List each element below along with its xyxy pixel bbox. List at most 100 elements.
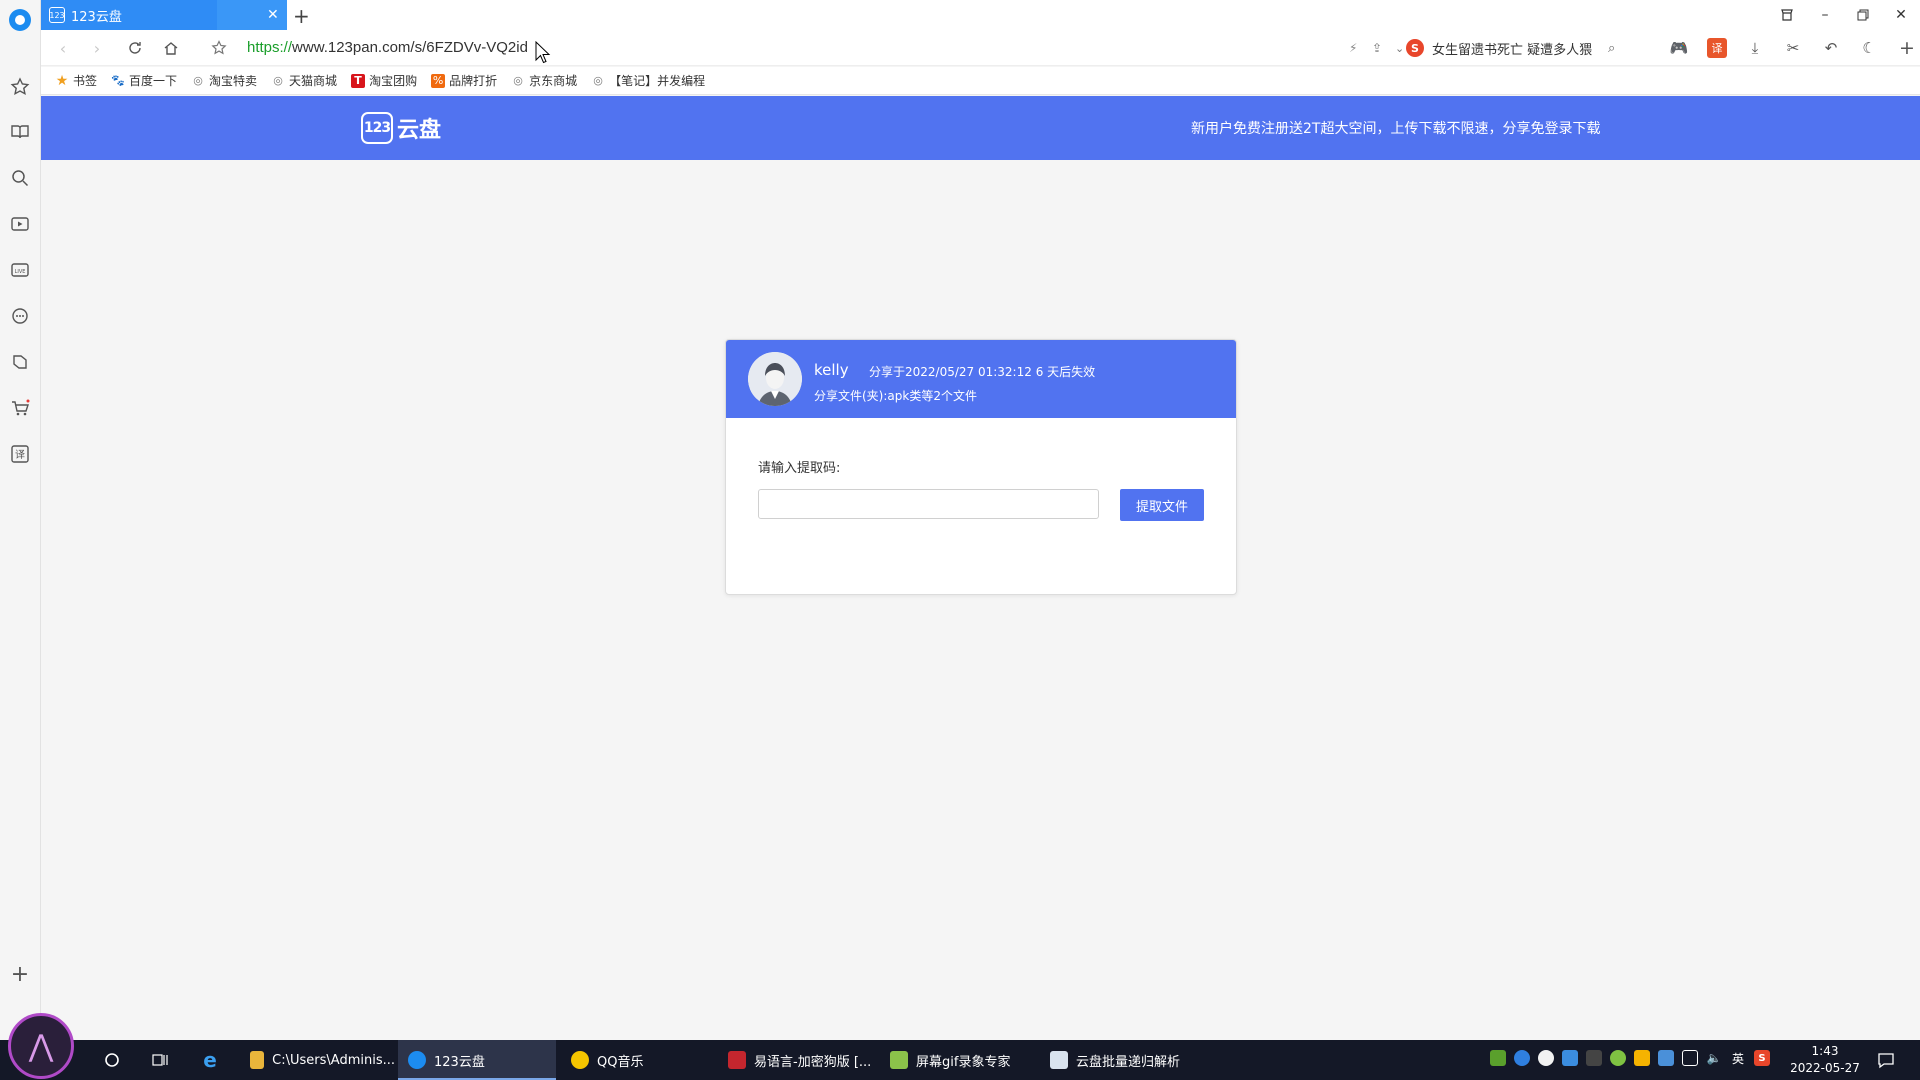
bookmark-star-icon[interactable]	[209, 38, 229, 58]
system-tray: 🔈 英 S	[1490, 1050, 1770, 1066]
tray-app-icon[interactable]	[1586, 1050, 1602, 1066]
search-icon[interactable]	[10, 168, 30, 188]
sogou-search-icon[interactable]: S	[1406, 39, 1424, 57]
site-logo[interactable]: 123 云盘	[361, 112, 441, 144]
add-icon[interactable]: +	[1897, 37, 1917, 59]
tray-app-icon[interactable]	[1562, 1050, 1578, 1066]
logo-badge: 123	[361, 112, 393, 144]
sogou-ime-icon[interactable]: S	[1754, 1050, 1770, 1066]
chevron-down-icon[interactable]: ⌄	[1395, 42, 1404, 55]
taskbar-item[interactable]: 123云盘	[398, 1040, 556, 1080]
forward-icon[interactable]: ›	[87, 38, 107, 58]
share-time: 分享于2022/05/27 01:32:12 6 天后失效	[869, 365, 1096, 379]
start-button-icon[interactable]: ⋀	[8, 1013, 74, 1079]
search-text: 女生留遗书死亡 疑遭多人猥	[1432, 42, 1593, 58]
system-clock[interactable]: 1:43 2022-05-27	[1790, 1043, 1860, 1077]
svg-text:译: 译	[15, 449, 25, 461]
mouse-cursor-icon	[535, 41, 551, 64]
skin-icon[interactable]	[1768, 0, 1806, 30]
close-window-icon[interactable]: ✕	[1882, 0, 1920, 30]
taskbar-item[interactable]: 屏幕gif录象专家	[880, 1040, 1035, 1080]
chat-icon[interactable]	[10, 306, 30, 326]
folder-icon	[250, 1051, 265, 1069]
bookmarks-bar: ★ 书签 🐾 百度一下 ◎ 淘宝特卖 ◎ 天猫商城 T 淘宝团购 % 品牌打折 ◎ 京东商城 …	[41, 67, 1920, 95]
volume-icon[interactable]: 🔈	[1706, 1050, 1722, 1066]
reader-book-icon[interactable]	[10, 122, 30, 142]
bookmark-item[interactable]: ★ 书签	[55, 72, 97, 89]
back-icon[interactable]: ‹	[53, 38, 73, 58]
t-icon: T	[351, 73, 366, 88]
baidu-paw-icon: 🐾	[111, 74, 125, 87]
qq-icon[interactable]	[1538, 1050, 1554, 1066]
ime-language[interactable]: 英	[1730, 1050, 1746, 1066]
favorites-star-icon[interactable]	[10, 77, 30, 97]
bookmark-item[interactable]: 🐾 百度一下	[111, 72, 177, 89]
taskbar: ⋀ e C:\Users\Adminis... 123云盘 QQ音乐 易语言-加…	[0, 1013, 1920, 1080]
minimize-icon[interactable]: –	[1806, 0, 1844, 30]
tab-close-icon[interactable]: ✕	[267, 7, 279, 23]
shopping-cart-icon[interactable]	[10, 398, 30, 418]
taskbar-item[interactable]: QQ音乐	[561, 1040, 713, 1080]
url-field[interactable]: https://www.123pan.com/s/6FZDVv-VQ2id	[247, 39, 528, 56]
bookmark-item[interactable]: ◎ 淘宝特卖	[191, 72, 257, 89]
search-input[interactable]: S 女生留遗书死亡 疑遭多人猥 ⌕	[1406, 36, 1666, 60]
download-icon[interactable]: ⤓	[1745, 38, 1765, 58]
live-icon[interactable]: LIVE	[10, 260, 30, 280]
network-icon[interactable]	[1682, 1050, 1698, 1066]
ie-browser-icon[interactable]: e	[200, 1048, 220, 1072]
bookmark-item[interactable]: ◎ 天猫商城	[271, 72, 337, 89]
tab-favicon-icon: 123	[49, 7, 65, 23]
scissors-icon[interactable]: ✂	[1783, 38, 1803, 58]
search-icon[interactable]: ⌕	[1608, 41, 1615, 56]
tab-title: 123云盘	[71, 9, 122, 25]
toolbar-icons: 🎮 译 ⤓ ✂ ↶ ☾ + ≡	[1669, 36, 1920, 60]
speed-mode-icon[interactable]: ⚡	[1349, 41, 1357, 55]
network-status-icon[interactable]	[1514, 1050, 1530, 1066]
share-user-name: kelly	[814, 361, 849, 379]
shield-icon[interactable]	[1634, 1050, 1650, 1066]
gif-recorder-icon	[890, 1051, 908, 1069]
bookmark-item[interactable]: ◎ 京东商城	[511, 72, 577, 89]
night-mode-icon[interactable]: ☾	[1859, 38, 1879, 58]
svg-text:LIVE: LIVE	[15, 269, 26, 275]
tray-app-icon[interactable]	[1658, 1050, 1674, 1066]
restore-icon[interactable]	[1844, 0, 1882, 30]
browser-logo-icon[interactable]	[9, 9, 31, 31]
share-card-header: kelly 分享于2022/05/27 01:32:12 6 天后失效 分享文件…	[726, 340, 1236, 418]
bookmark-item[interactable]: ◎ 【笔记】并发编程	[591, 72, 705, 89]
share-icon[interactable]: ⇪	[1372, 41, 1382, 55]
globe-icon: ◎	[593, 74, 603, 87]
refresh-icon[interactable]	[125, 38, 145, 58]
extract-code-input[interactable]	[758, 489, 1099, 519]
translate-icon[interactable]: 译	[1707, 38, 1727, 58]
avatar	[748, 352, 802, 406]
window-controls: – ✕	[1768, 0, 1920, 30]
taskbar-item[interactable]: 易语言-加密狗版 [...	[718, 1040, 873, 1080]
page-content: 123 云盘 新用户免费注册送2T超大空间，上传下载不限速，分享免登录下载 ke…	[41, 96, 1920, 1040]
address-toolbar: ‹ › https://www.123pan.com/s/6FZDVv-VQ2i…	[41, 30, 1920, 66]
tab-strip: 123 123云盘 ✕ + – ✕	[41, 0, 1920, 30]
notification-center-icon[interactable]	[1876, 1050, 1896, 1070]
new-tab-icon[interactable]: +	[293, 4, 310, 28]
games-icon[interactable]	[10, 352, 30, 372]
e-lang-icon	[728, 1051, 746, 1069]
add-panel-icon[interactable]: +	[10, 962, 30, 987]
logo-text: 云盘	[397, 118, 442, 143]
extract-files-button[interactable]: 提取文件	[1120, 489, 1204, 521]
tray-app-icon[interactable]	[1610, 1050, 1626, 1066]
nvidia-icon[interactable]	[1490, 1050, 1506, 1066]
taskbar-item[interactable]: 云盘批量递归解析	[1040, 1040, 1198, 1080]
translate-icon[interactable]: 译	[10, 444, 30, 464]
globe-icon: ◎	[193, 74, 203, 87]
bookmark-item[interactable]: % 品牌打折	[431, 72, 497, 89]
task-view-icon[interactable]	[150, 1050, 170, 1070]
undo-icon[interactable]: ↶	[1821, 38, 1841, 58]
video-icon[interactable]	[10, 214, 30, 234]
game-controller-icon[interactable]: 🎮	[1669, 38, 1689, 58]
site-header: 123 云盘 新用户免费注册送2T超大空间，上传下载不限速，分享免登录下载	[41, 96, 1920, 160]
taskbar-item[interactable]: C:\Users\Adminis...	[240, 1040, 395, 1080]
code-prompt-label: 请输入提取码:	[758, 461, 841, 476]
bookmark-item[interactable]: T 淘宝团购	[351, 72, 417, 89]
cortana-search-icon[interactable]	[102, 1050, 122, 1070]
home-icon[interactable]	[161, 38, 181, 58]
